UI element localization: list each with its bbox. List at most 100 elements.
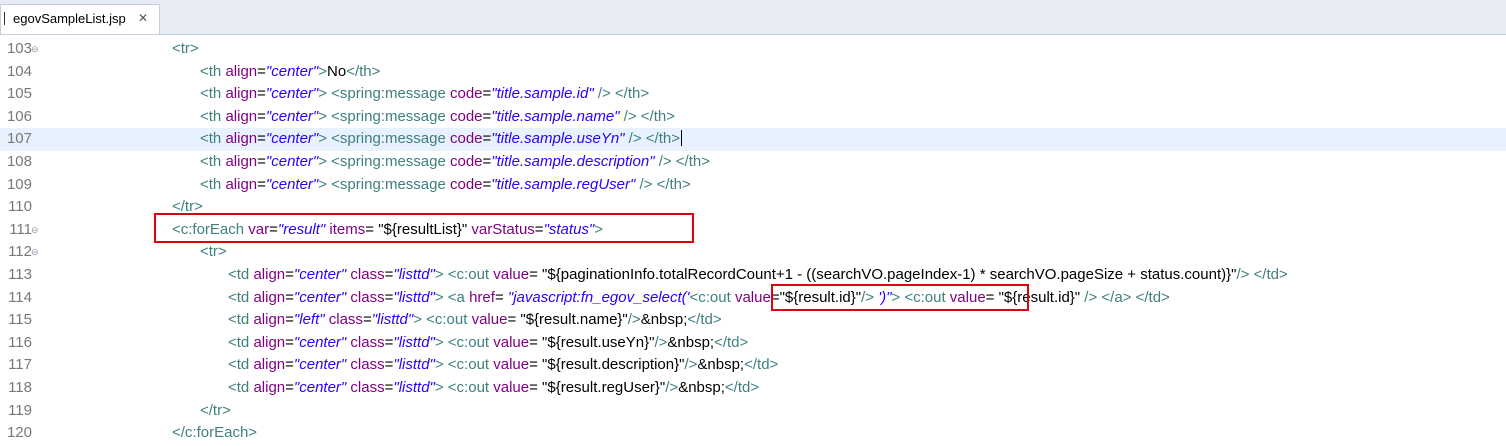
code-token: <th [200, 62, 226, 80]
code-token: </th> [346, 62, 381, 80]
code-line[interactable]: 112 ⊖ <tr> [0, 241, 1506, 264]
code-line[interactable]: 113 <td align="center" class="listtd"> <c… [0, 264, 1506, 287]
tab-label[interactable]: egovSampleList.jsp [13, 11, 126, 26]
code-text: <tr> [172, 38, 199, 61]
code-token: "${result.description}" [542, 356, 685, 374]
code-token: class [350, 288, 385, 306]
code-token: align [225, 107, 258, 125]
tab-egovsamplelist[interactable]: egovSampleList.jsp ✕ [0, 4, 160, 34]
code-token: </td> [744, 356, 779, 374]
line-number: 107 [6, 130, 32, 148]
code-token: <th [200, 85, 226, 103]
code-text: <tr> [200, 241, 227, 264]
code-line[interactable]: 119 </tr> [0, 400, 1506, 423]
code-text: <td align="center" class="listtd"> <c:ou… [228, 354, 778, 377]
code-token: > <c:out [434, 266, 494, 283]
code-token: class [350, 266, 385, 283]
code-line[interactable]: 117 <td align="center" class="listtd"> <c… [0, 354, 1506, 377]
line-number: 114 [8, 288, 32, 306]
code-token: /> [627, 311, 641, 329]
code-token: "listtd" [393, 266, 435, 283]
code-line[interactable]: 103 ⊖ <tr> [0, 38, 1506, 61]
code-token: "${result.name}" [520, 311, 628, 329]
code-token: </td> [724, 379, 760, 396]
code-token: </td> [714, 333, 749, 351]
code-token: <td [228, 379, 254, 396]
code-token: code [450, 107, 483, 125]
code-token: /> [684, 356, 698, 374]
fold-toggle-icon[interactable]: ⊖ [31, 38, 39, 61]
code-token: class [350, 356, 385, 374]
code-token: "listtd" [393, 356, 435, 374]
fold-toggle-icon[interactable]: ⊖ [31, 241, 39, 264]
fold-toggle-icon[interactable]: ⊖ [31, 219, 39, 242]
line-number: 110 [8, 198, 32, 216]
code-token: code [450, 175, 483, 193]
code-token: = [482, 107, 492, 125]
code-token: "listtd" [371, 311, 414, 329]
code-line[interactable]: 114 <td align="center" class="listtd"> <a… [0, 287, 1506, 310]
code-line[interactable]: 120 </c:forEach> [0, 422, 1506, 445]
code-token: > <a [434, 288, 470, 306]
code-token: /> [665, 379, 679, 396]
code-line[interactable]: 109 <th align="center"> <spring:message c… [0, 174, 1506, 197]
code-line[interactable]: 107 <th align="center"> <spring:message c… [0, 128, 1506, 151]
code-token: > [318, 62, 328, 80]
code-token: <td [228, 356, 254, 374]
code-text: </c:forEach> [172, 422, 257, 445]
code-token: "title.sample.description" [491, 153, 655, 170]
code-token: <tr> [172, 40, 199, 57]
code-line[interactable]: 106 <th align="center"> <spring:message c… [0, 106, 1506, 129]
code-token: > <spring:message [318, 175, 450, 193]
code-token: <th [200, 130, 226, 148]
line-number: 117 [8, 356, 32, 374]
code-token: align [225, 130, 258, 148]
code-token: align [225, 175, 258, 193]
code-token: > <c:out [434, 379, 494, 396]
code-token: = [285, 333, 294, 351]
code-token: = [285, 311, 294, 329]
code-text: </tr> [200, 400, 231, 423]
code-token: /> </th> [619, 107, 675, 125]
code-token: code [450, 130, 483, 148]
code-line[interactable]: 118 <td align="center" class="listtd"> <c… [0, 377, 1506, 400]
code-token: href [469, 288, 495, 306]
code-line[interactable]: 105 <th align="center"> <spring:message c… [0, 83, 1506, 106]
code-token: = [285, 379, 294, 396]
code-line[interactable]: 108 <th align="center"> <spring:message c… [0, 151, 1506, 174]
code-token: <c:out [689, 288, 735, 306]
code-token: "listtd" [393, 288, 435, 306]
code-line[interactable]: 115 <td align="left" class="listtd"> <c:o… [0, 309, 1506, 332]
line-number: 113 [8, 266, 32, 283]
code-token: /> </th> [593, 85, 650, 103]
code-token: = [285, 266, 294, 283]
code-token: > <c:out [434, 356, 494, 374]
code-text: <td align="center" class="listtd"> <c:ou… [228, 264, 1288, 287]
code-token: = [257, 130, 266, 148]
code-token: > <spring:message [318, 85, 450, 103]
code-token: "center" [265, 85, 319, 103]
code-token: "title.sample.useYn" [491, 130, 625, 148]
line-number: 111 [9, 220, 32, 238]
code-token: "${paginationInfo.totalRecordCount+1 - (… [542, 266, 1237, 283]
line-number: 120 [6, 424, 32, 442]
code-token: /> </th> [654, 153, 710, 170]
code-token: "center" [265, 130, 319, 148]
code-token: = [482, 130, 492, 148]
line-number: 108 [6, 153, 32, 170]
code-token: "center" [265, 62, 319, 80]
code-token: value [493, 379, 530, 396]
line-number: 104 [6, 62, 32, 80]
close-icon[interactable]: ✕ [138, 11, 148, 25]
line-number: 105 [6, 85, 32, 103]
code-token: /> </th> [635, 175, 691, 193]
code-token: = [507, 311, 521, 329]
code-token: align [225, 62, 258, 80]
code-token: <th [200, 153, 226, 170]
code-line[interactable]: 104 <th align="center">No</th> [0, 61, 1506, 84]
code-token: "${result.regUser}" [542, 379, 666, 396]
code-token: = [529, 379, 543, 396]
code-token: /> </th> [624, 130, 680, 148]
code-line[interactable]: 116 <td align="center" class="listtd"> <c… [0, 332, 1506, 355]
code-token: "title.sample.id" [491, 85, 594, 103]
